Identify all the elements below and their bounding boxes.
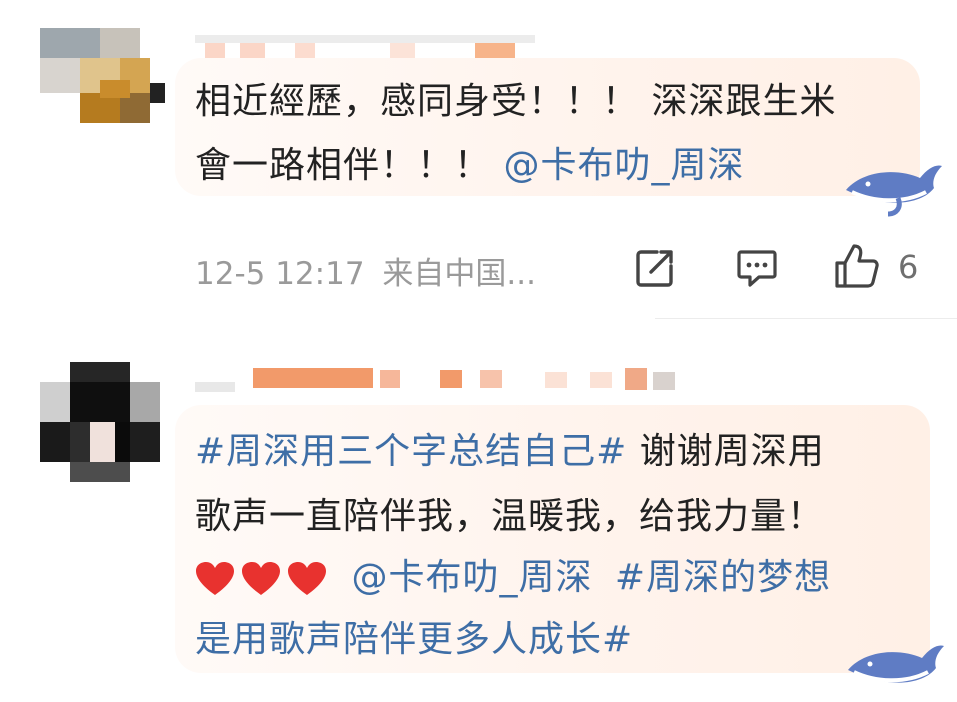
comment-meta: 12-5 12:17 来自中国... <box>195 248 536 293</box>
user-mention-link[interactable]: @卡布叻_周深 <box>503 145 744 186</box>
comment-text-line: 歌声一直陪伴我，温暖我，给我力量！ <box>195 496 825 537</box>
hashtag-link[interactable]: #周深用三个字总结自己# <box>195 431 627 472</box>
username-redacted[interactable] <box>195 368 685 398</box>
heart-emoji <box>242 562 280 595</box>
like-count: 6 <box>898 248 919 286</box>
comment-text: 谢谢周深用 <box>639 431 825 472</box>
comment-text-line: @卡布叻_周深 #周深的梦想 <box>195 548 831 600</box>
hashtag-link[interactable]: 是用歌声陪伴更多人成长# <box>195 619 633 660</box>
user-mention-link[interactable]: @卡布叻_周深 <box>351 557 592 598</box>
like-icon[interactable] <box>832 241 882 291</box>
avatar[interactable] <box>40 362 160 482</box>
avatar[interactable] <box>40 28 165 123</box>
comment-text-line: 相近經歷，感同身受！！！ 深深跟生米 <box>195 81 837 122</box>
comment-icon[interactable] <box>735 247 779 289</box>
divider <box>655 318 957 319</box>
comment-text-line: #周深用三个字总结自己# 谢谢周深用 <box>195 422 825 474</box>
share-icon[interactable] <box>633 246 677 290</box>
heart-emoji <box>288 562 326 595</box>
hashtag-link[interactable]: #周深的梦想 <box>615 557 831 598</box>
comment-text-line: 是用歌声陪伴更多人成长# <box>195 610 633 662</box>
whale-icon <box>848 645 944 683</box>
source-text: 来自中国... <box>382 256 536 292</box>
comment-text: 會一路相伴！！！ <box>195 145 492 186</box>
comment-text-line: 會一路相伴！！！ @卡布叻_周深 <box>195 136 744 188</box>
whale-icon <box>846 165 942 217</box>
timestamp: 12-5 12:17 <box>195 256 365 292</box>
heart-emoji <box>196 562 234 595</box>
